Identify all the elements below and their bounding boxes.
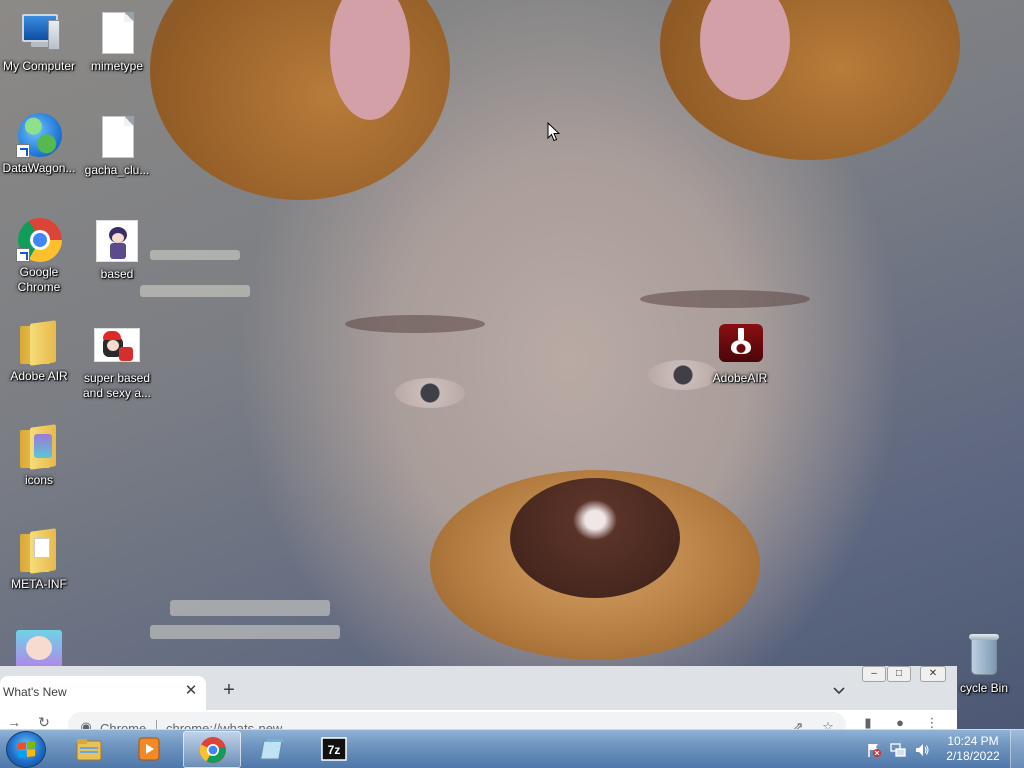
shortcut-arrow-icon bbox=[16, 144, 30, 158]
desktop-icon-label: icons bbox=[24, 473, 53, 487]
network-icon[interactable] bbox=[890, 742, 906, 758]
file-icon bbox=[94, 10, 140, 56]
globe-icon bbox=[16, 112, 62, 158]
folder-icon bbox=[16, 424, 62, 470]
notepad-icon bbox=[260, 739, 283, 760]
action-center-flag-icon[interactable] bbox=[866, 742, 882, 758]
desktop-icon-label: Adobe AIR bbox=[10, 369, 68, 383]
desktop-icon-label: AdobeAIR bbox=[712, 371, 768, 385]
system-tray: 10:24 PM 2/18/2022 bbox=[864, 730, 1024, 768]
chevron-down-icon[interactable] bbox=[830, 681, 848, 699]
desktop-icon-label: DataWagon... bbox=[2, 161, 76, 175]
computer-icon bbox=[16, 10, 62, 56]
desktop-icon-my-computer[interactable]: My Computer bbox=[0, 10, 78, 74]
desktop-icon-super-based[interactable]: super based and sexy a... bbox=[78, 322, 156, 401]
desktop-icon-label: META-INF bbox=[11, 577, 67, 591]
tab-title: What's New bbox=[3, 685, 67, 699]
clock-date: 2/18/2022 bbox=[946, 749, 1000, 763]
volume-icon[interactable] bbox=[914, 742, 930, 758]
desktop-icon-label: mimetype bbox=[90, 59, 143, 73]
close-icon[interactable]: ✕ bbox=[183, 683, 199, 699]
taskbar-notepad[interactable] bbox=[245, 731, 303, 768]
forward-icon[interactable]: → bbox=[6, 715, 22, 730]
folder-icon bbox=[16, 528, 62, 574]
chrome-window[interactable]: What's New ✕ + – □ ✕ → ↻ ◉ Chrome chrome… bbox=[0, 666, 957, 730]
desktop-icon-gacha-clu[interactable]: gacha_clu... bbox=[78, 114, 156, 178]
7zip-label: 7z bbox=[328, 743, 341, 757]
desktop-icon-adobe-air-folder[interactable]: Adobe AIR bbox=[0, 320, 78, 384]
desktop-icon-label: Google Chrome bbox=[17, 265, 61, 294]
side-panel-icon[interactable]: ▮ bbox=[860, 716, 876, 730]
more-menu-icon[interactable]: ⋮ bbox=[924, 716, 940, 730]
taskbar-media-player[interactable] bbox=[120, 731, 178, 768]
taskbar: 7z 10:24 PM 2/18/2022 bbox=[0, 729, 1024, 768]
media-player-icon bbox=[138, 737, 160, 761]
folder-icon bbox=[16, 320, 62, 366]
desktop-icon-mimetype[interactable]: mimetype bbox=[78, 10, 156, 74]
desktop-icon-adobeair[interactable]: AdobeAIR bbox=[701, 322, 779, 386]
taskbar-file-explorer[interactable] bbox=[60, 731, 118, 768]
taskbar-clock[interactable]: 10:24 PM 2/18/2022 bbox=[940, 734, 1006, 764]
desktop-icon-datawagon[interactable]: DataWagon... bbox=[0, 112, 78, 176]
desktop-icon-icons-folder[interactable]: icons bbox=[0, 424, 78, 488]
taskbar-chrome[interactable] bbox=[183, 731, 241, 768]
mouse-cursor-icon bbox=[547, 122, 561, 142]
desktop-icon-label: super based and sexy a... bbox=[82, 371, 152, 400]
desktop-icon-google-chrome[interactable]: Google Chrome bbox=[0, 216, 78, 295]
reload-icon[interactable]: ↻ bbox=[36, 715, 52, 730]
desktop-icon-label: gacha_clu... bbox=[84, 163, 150, 177]
desktop-icon-meta-inf[interactable]: META-INF bbox=[0, 528, 78, 592]
recycle-bin-icon bbox=[961, 632, 1007, 678]
chrome-icon bbox=[16, 216, 62, 262]
desktop-icon-based[interactable]: based bbox=[78, 218, 156, 282]
close-button[interactable]: ✕ bbox=[920, 666, 946, 682]
clock-time: 10:24 PM bbox=[947, 734, 999, 748]
image-icon bbox=[94, 218, 140, 264]
show-desktop-button[interactable] bbox=[1010, 730, 1024, 768]
new-tab-button[interactable]: + bbox=[218, 680, 240, 702]
tab-whats-new[interactable]: What's New ✕ bbox=[0, 676, 206, 710]
chrome-titlebar[interactable]: What's New ✕ + – □ ✕ bbox=[0, 666, 957, 710]
chrome-toolbar: → ↻ ◉ Chrome chrome://whats-new ⇗ ☆ ▮ ● … bbox=[0, 710, 957, 730]
start-button[interactable] bbox=[6, 731, 46, 768]
chrome-icon bbox=[199, 737, 226, 763]
shortcut-arrow-icon bbox=[16, 248, 30, 262]
file-explorer-icon bbox=[76, 739, 102, 761]
address-bar[interactable]: ◉ Chrome chrome://whats-new ⇗ ☆ bbox=[68, 712, 846, 730]
minimize-button[interactable]: – bbox=[862, 666, 886, 682]
desktop-icon-label: My Computer bbox=[2, 59, 76, 73]
maximize-button[interactable]: □ bbox=[887, 666, 911, 682]
adobe-air-icon bbox=[717, 322, 763, 368]
profile-icon[interactable]: ● bbox=[892, 716, 908, 730]
windows-logo-icon bbox=[18, 741, 36, 759]
7zip-icon: 7z bbox=[321, 737, 347, 761]
file-icon bbox=[94, 114, 140, 160]
image-icon bbox=[94, 322, 140, 368]
desktop-icon-label: based bbox=[100, 267, 134, 281]
taskbar-7zip[interactable]: 7z bbox=[305, 731, 363, 768]
